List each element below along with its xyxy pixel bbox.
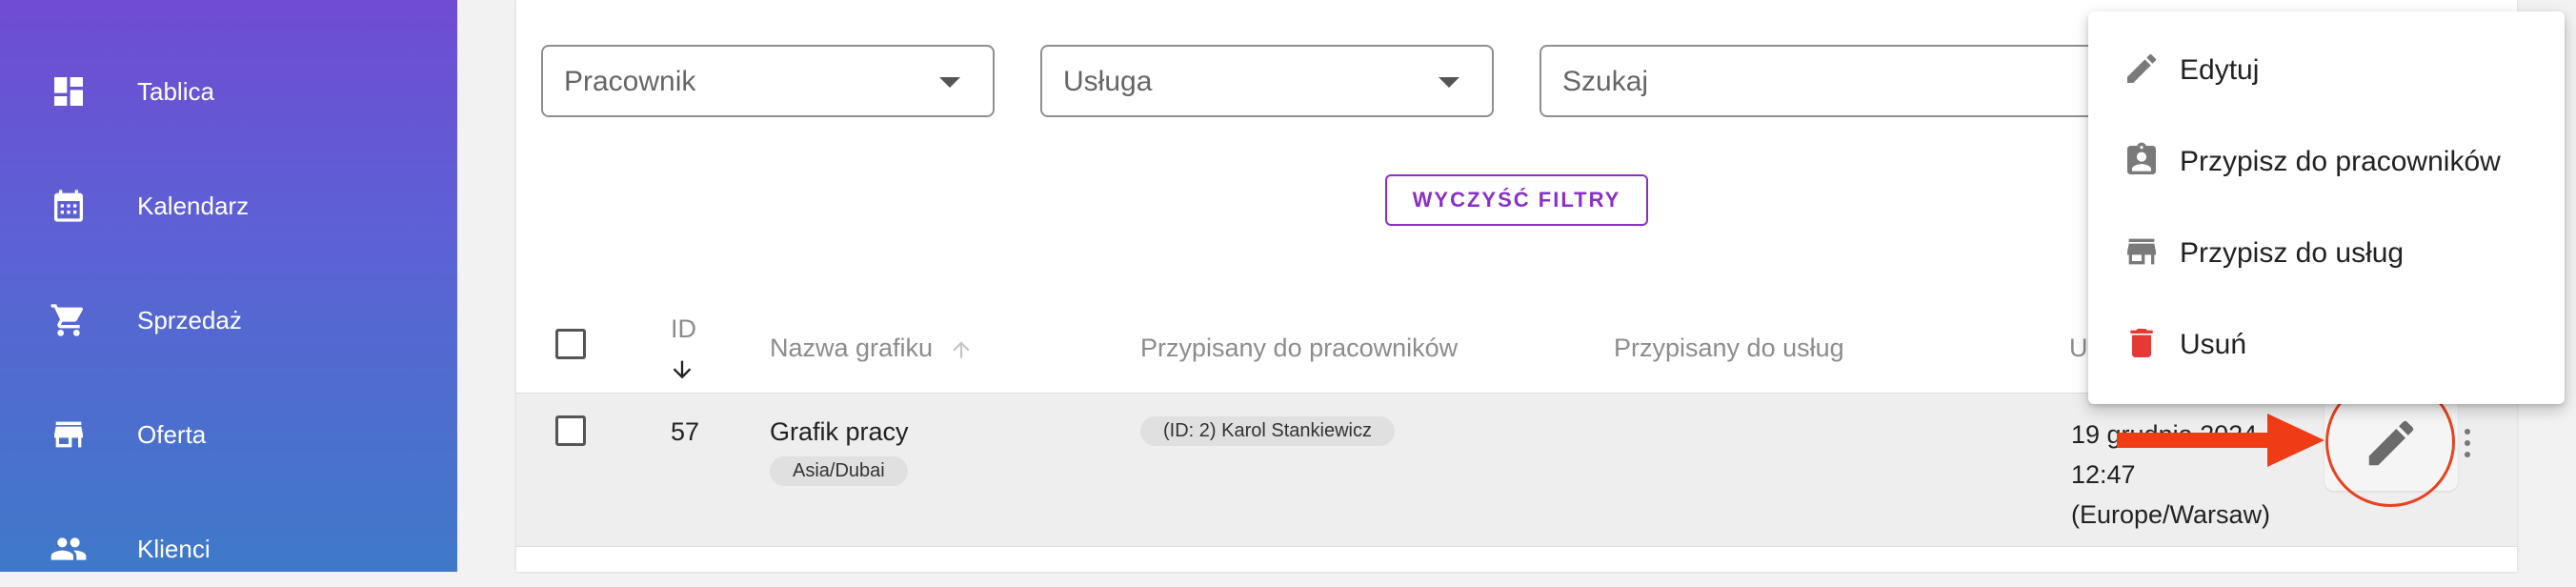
menu-item-label: Przypisz do pracowników — [2180, 146, 2501, 177]
calendar-icon — [54, 190, 83, 222]
search-placeholder: Szukaj — [1562, 66, 1649, 97]
row-actions-menu: Edytuj Przypisz do pracowników Przypisz … — [2088, 11, 2565, 404]
store-icon — [2127, 238, 2156, 265]
chevron-down-icon — [1439, 77, 1459, 88]
column-header-name-label: Nazwa grafiku — [770, 334, 934, 362]
menu-item-edit[interactable]: Edytuj — [2088, 21, 2565, 112]
sidebar-item-label: Tablica — [137, 76, 214, 106]
timezone-chip: Asia/Dubai — [770, 456, 908, 486]
employee-filter-select[interactable]: Pracownik — [541, 45, 995, 117]
menu-item-label: Usuń — [2180, 329, 2247, 360]
employee-chip: (ID: 2) Karol Stankiewicz — [1140, 416, 1395, 446]
pencil-icon — [2368, 420, 2414, 466]
service-filter-select[interactable]: Usługa — [1040, 45, 1494, 117]
sidebar-item-label: Kalendarz — [137, 191, 250, 220]
column-header-employees: Przypisany do pracowników — [1140, 334, 1458, 363]
row-name: Grafik pracy — [770, 417, 909, 446]
sidebar-item-label: Sprzedaż — [137, 305, 242, 334]
sidebar-item-klienci[interactable]: Klienci — [0, 511, 457, 587]
employee-filter-label: Pracownik — [564, 66, 696, 97]
menu-item-assign-services[interactable]: Przypisz do usług — [2088, 204, 2565, 295]
people-icon — [50, 537, 87, 560]
dashboard-icon — [54, 77, 83, 106]
trash-icon — [2130, 329, 2153, 357]
clear-filters-button[interactable]: WYCZYŚĆ FILTRY — [1385, 174, 1648, 226]
store-icon — [54, 421, 83, 448]
sidebar-item-kalendarz[interactable]: Kalendarz — [0, 168, 457, 244]
pointer-arrow-icon — [2117, 414, 2324, 467]
sidebar-item-label: Klienci — [137, 534, 211, 563]
column-header-employees-label: Przypisany do pracowników — [1140, 334, 1459, 362]
cart-icon — [50, 304, 84, 336]
sidebar-item-label: Oferta — [137, 419, 207, 449]
menu-item-delete[interactable]: Usuń — [2088, 295, 2565, 387]
column-header-updated[interactable]: U — [2069, 334, 2088, 363]
sidebar-item-oferta[interactable]: Oferta — [0, 396, 457, 473]
row-edit-button[interactable] — [2324, 395, 2458, 491]
column-header-name[interactable]: Nazwa grafiku — [770, 334, 933, 363]
assign-employee-icon — [2127, 142, 2156, 174]
menu-item-label: Przypisz do usług — [2180, 237, 2405, 269]
chevron-down-icon — [939, 77, 960, 88]
row-id: 57 — [671, 417, 700, 446]
sort-up-arrow-icon[interactable] — [949, 335, 974, 364]
column-header-id-label: ID — [671, 314, 696, 343]
sidebar: Tablica Kalendarz Sprzedaż Oferta Klienc… — [0, 0, 457, 572]
sidebar-item-tablica[interactable]: Tablica — [0, 53, 457, 130]
column-header-services: Przypisany do usług — [1614, 334, 1844, 363]
updated-timezone-line: (Europe/Warsaw) — [2071, 500, 2271, 529]
service-filter-label: Usługa — [1063, 66, 1153, 97]
sort-desc-arrow-icon[interactable] — [669, 354, 695, 385]
row-checkbox[interactable] — [555, 415, 586, 446]
pencil-icon — [2127, 53, 2157, 83]
menu-item-label: Edytuj — [2180, 54, 2260, 86]
column-header-id[interactable]: ID — [671, 314, 696, 344]
select-all-checkbox[interactable] — [555, 329, 586, 359]
column-header-updated-label: U — [2069, 334, 2088, 362]
search-input[interactable]: Szukaj — [1540, 45, 2111, 117]
menu-item-assign-employees[interactable]: Przypisz do pracowników — [2088, 112, 2565, 204]
column-header-services-label: Przypisany do usług — [1614, 334, 1844, 362]
row-more-options-icon[interactable] — [2463, 429, 2472, 467]
sidebar-item-sprzedaz[interactable]: Sprzedaż — [0, 282, 457, 358]
